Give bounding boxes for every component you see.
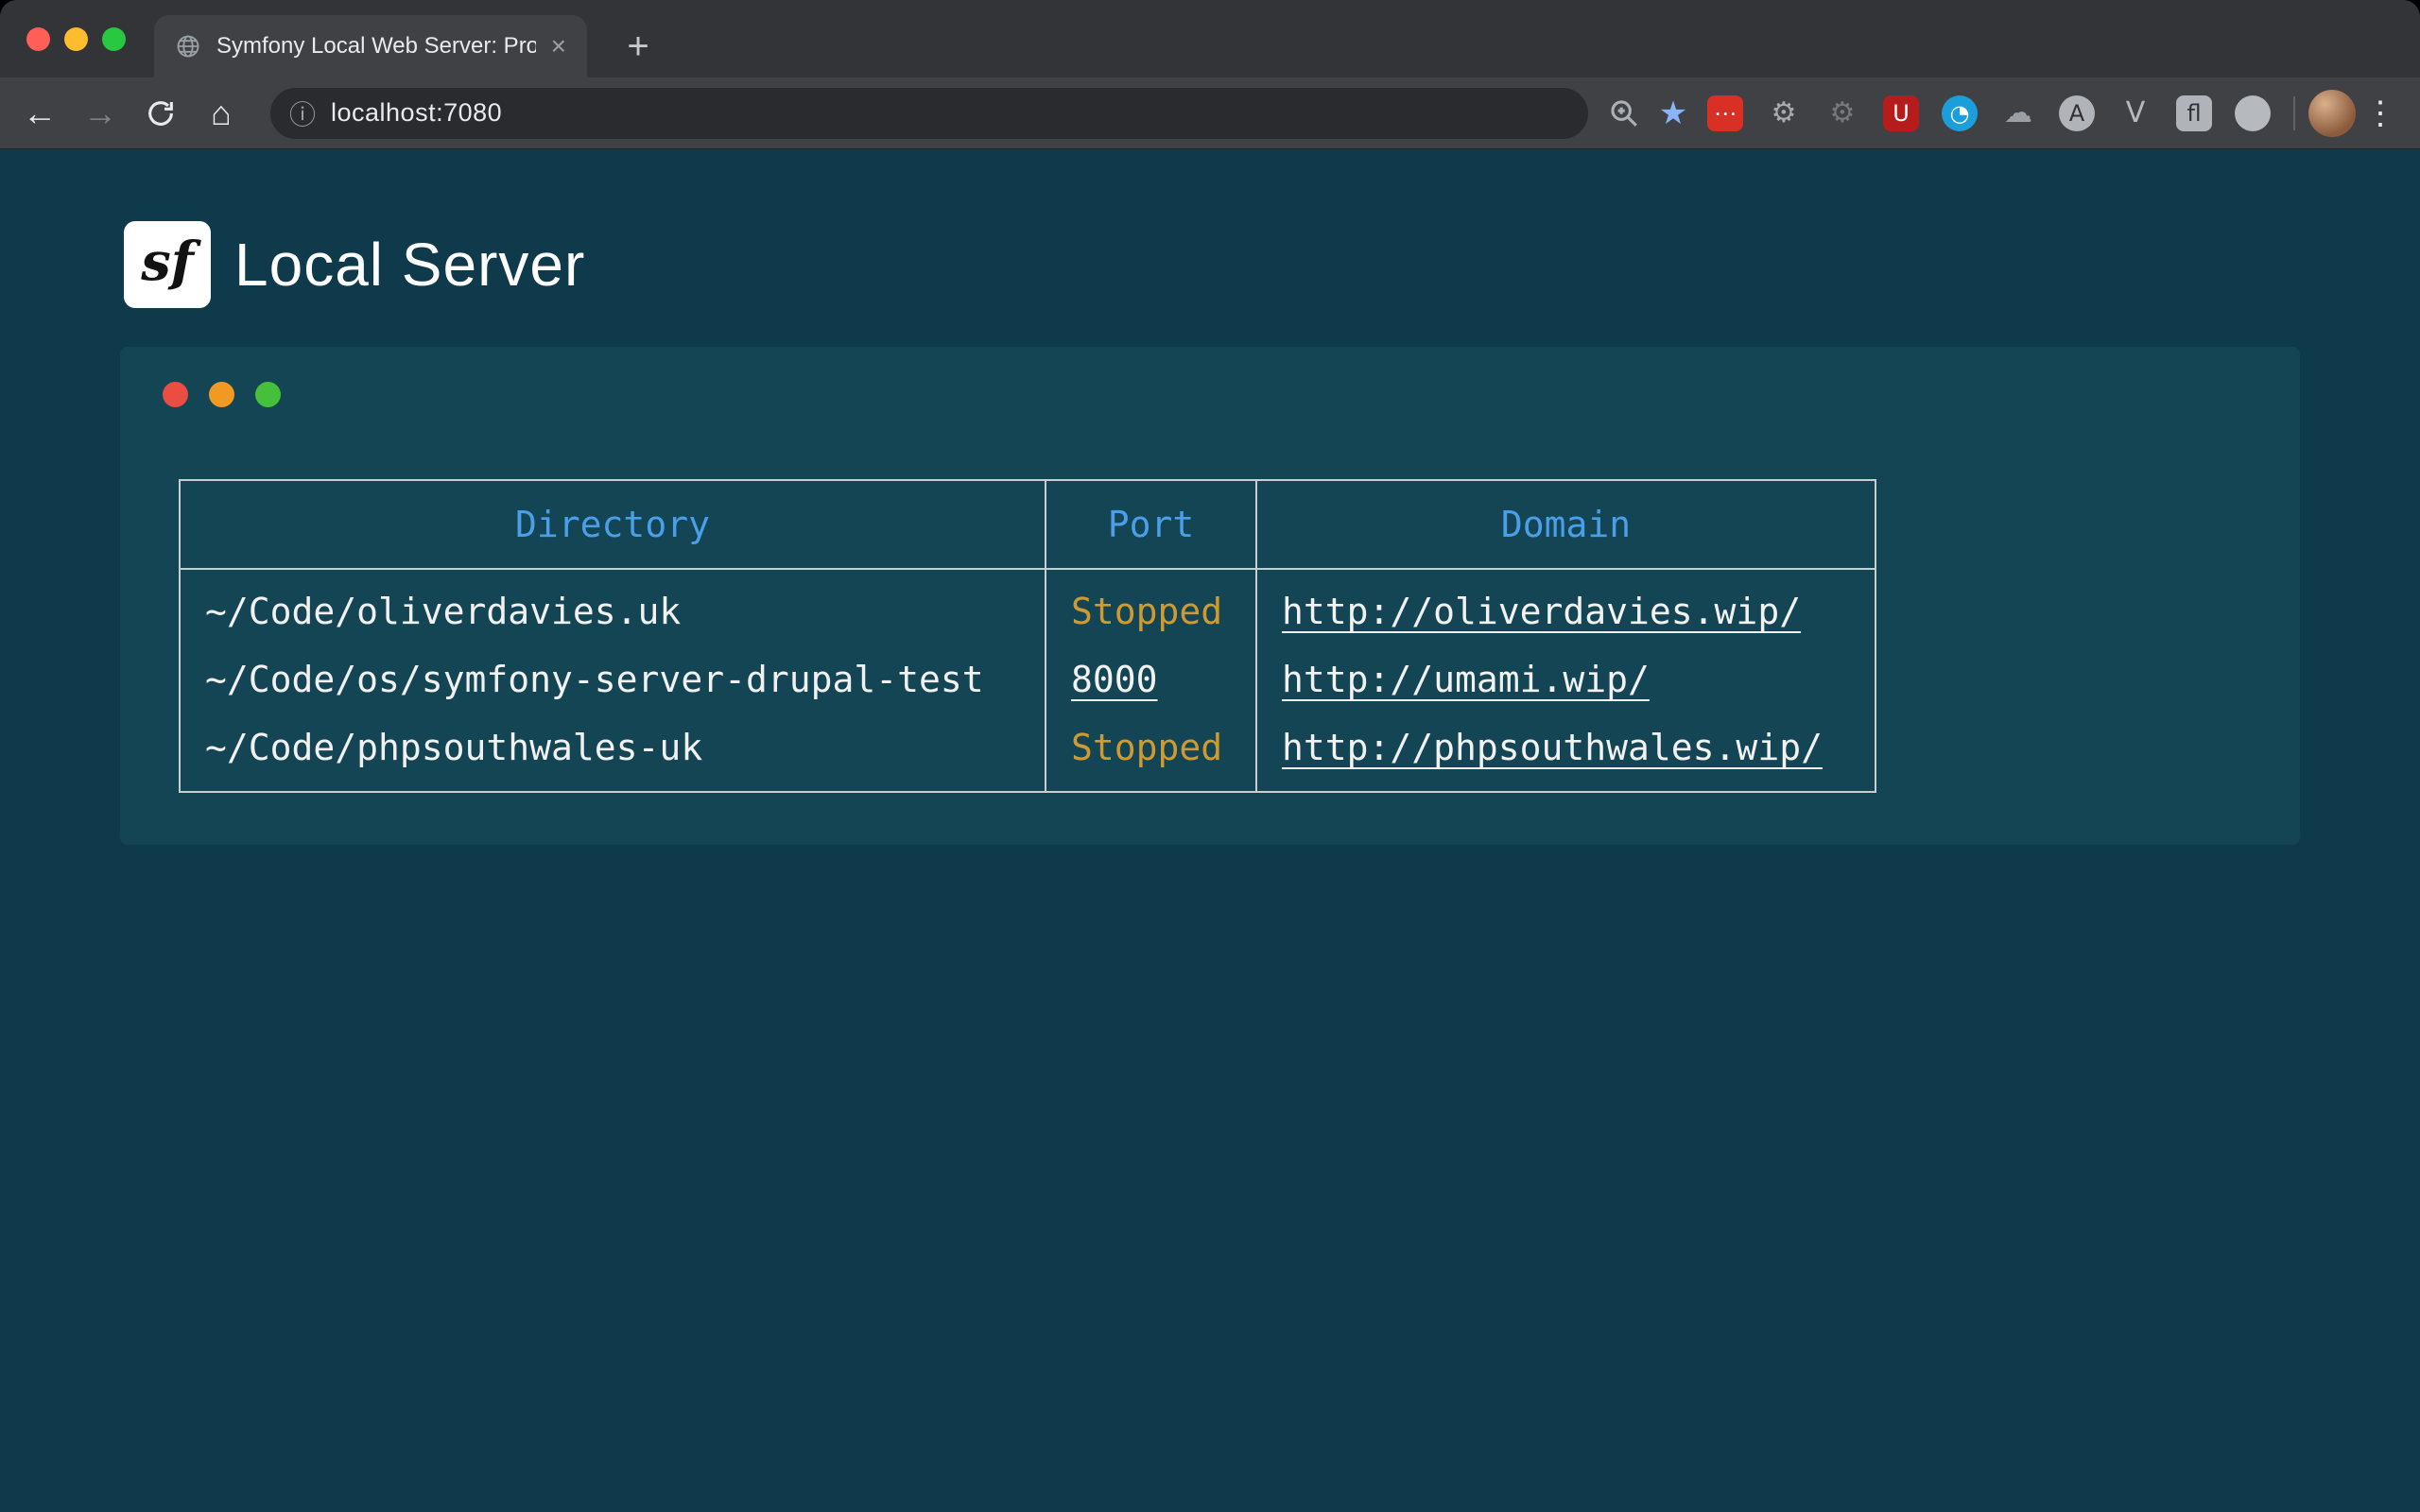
toolbar-separator xyxy=(2293,96,2295,130)
reload-button[interactable] xyxy=(134,87,187,140)
browser-window: Symfony Local Web Server: Prox × + ← → ⌂… xyxy=(0,0,2420,1512)
extension-letter-a-icon[interactable]: A xyxy=(2059,95,2095,131)
server-panel: Directory Port Domain ~/Code/oliverdavie… xyxy=(120,347,2300,845)
extension-red-dots-icon[interactable]: ⋯ xyxy=(1707,95,1743,131)
profile-avatar[interactable] xyxy=(2308,90,2356,137)
extension-github-icon[interactable] xyxy=(2235,95,2271,131)
extension-letter-v-icon[interactable]: V xyxy=(2118,95,2153,131)
tab-title: Symfony Local Web Server: Prox xyxy=(216,33,536,60)
back-button[interactable]: ← xyxy=(13,87,66,140)
bookmark-star-icon[interactable]: ★ xyxy=(1649,89,1698,138)
home-button[interactable]: ⌂ xyxy=(195,87,248,140)
symfony-logo: sf xyxy=(124,221,211,308)
port-status: Stopped xyxy=(1071,591,1222,632)
domain-link[interactable]: http://phpsouthwales.wip/ xyxy=(1282,727,1823,768)
forward-button[interactable]: → xyxy=(74,87,127,140)
page-title: Local Server xyxy=(234,230,585,300)
port-status: Stopped xyxy=(1071,727,1222,768)
globe-favicon-icon xyxy=(175,33,201,60)
table-row: ~/Code/os/symfony-server-drupal-test 800… xyxy=(180,645,1876,713)
traffic-light-minimize-button[interactable] xyxy=(64,27,88,51)
site-info-icon[interactable]: ⓘ xyxy=(289,94,316,132)
new-tab-button[interactable]: + xyxy=(616,25,660,68)
extension-gear-dark-icon[interactable]: ⚙ xyxy=(1824,95,1860,131)
panel-dot-green xyxy=(255,382,281,407)
directory-cell: ~/Code/phpsouthwales-uk xyxy=(180,713,1046,792)
traffic-light-close-button[interactable] xyxy=(26,27,50,51)
extension-ublock-icon[interactable]: U xyxy=(1883,95,1919,131)
browser-tab[interactable]: Symfony Local Web Server: Prox × xyxy=(154,15,587,77)
url-text: localhost:7080 xyxy=(331,98,502,128)
column-header-domain: Domain xyxy=(1256,480,1876,569)
column-header-port: Port xyxy=(1046,480,1256,569)
panel-window-dots xyxy=(163,382,281,407)
table-header-row: Directory Port Domain xyxy=(180,480,1876,569)
tab-strip: Symfony Local Web Server: Prox × + xyxy=(0,0,2420,77)
extension-blue-disc-icon[interactable]: ◔ xyxy=(1942,95,1978,131)
magnifier-icon xyxy=(1608,97,1640,129)
tab-close-icon[interactable]: × xyxy=(551,33,566,60)
port-link[interactable]: 8000 xyxy=(1071,659,1158,700)
panel-dot-orange xyxy=(209,382,234,407)
extension-cloud-icon[interactable]: ☁ xyxy=(2000,95,2036,131)
extensions-area: ⋯ ⚙ ⚙ U ◔ ☁ AVfl xyxy=(1707,95,2271,131)
extension-fl-square-icon[interactable]: fl xyxy=(2176,95,2212,131)
reload-icon xyxy=(145,97,177,129)
address-bar[interactable]: ⓘ localhost:7080 xyxy=(270,88,1588,139)
traffic-light-zoom-button[interactable] xyxy=(102,27,126,51)
symfony-logo-text: sf xyxy=(141,231,194,293)
panel-dot-red xyxy=(163,382,188,407)
browser-menu-icon[interactable]: ⋮ xyxy=(2356,89,2405,138)
domain-link[interactable]: http://oliverdavies.wip/ xyxy=(1282,591,1801,632)
domain-link[interactable]: http://umami.wip/ xyxy=(1282,659,1650,700)
directory-cell: ~/Code/os/symfony-server-drupal-test xyxy=(180,645,1046,713)
servers-table: Directory Port Domain ~/Code/oliverdavie… xyxy=(179,479,1876,793)
extension-gear-light-icon[interactable]: ⚙ xyxy=(1766,95,1802,131)
page-content: sf Local Server Directory Port Domain xyxy=(0,150,2420,1512)
zoom-icon[interactable] xyxy=(1599,89,1649,138)
directory-cell: ~/Code/oliverdavies.uk xyxy=(180,569,1046,645)
window-controls xyxy=(26,27,126,51)
table-row: ~/Code/phpsouthwales-uk Stopped http://p… xyxy=(180,713,1876,792)
column-header-directory: Directory xyxy=(180,480,1046,569)
table-row: ~/Code/oliverdavies.uk Stopped http://ol… xyxy=(180,569,1876,645)
browser-toolbar: ← → ⌂ ⓘ localhost:7080 ★ ⋯ ⚙ ⚙ U ◔ ☁ AVfl ⋮ xyxy=(0,77,2420,149)
